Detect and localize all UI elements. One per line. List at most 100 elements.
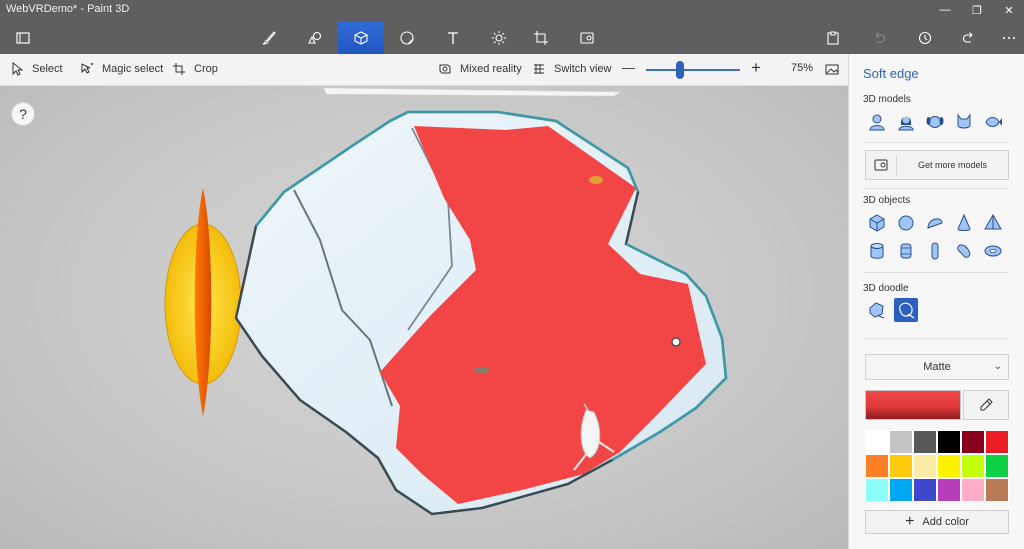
hemisphere-button[interactable] [923,211,947,235]
color-swatch[interactable] [865,454,889,478]
color-swatch[interactable] [985,430,1009,454]
section-3d-doodle: 3D doodle [863,283,909,294]
fish-model-button[interactable] [981,110,1005,134]
soft-edge-button[interactable] [894,298,918,322]
redo-icon [962,32,973,43]
zoom-slider-thumb[interactable] [676,61,684,79]
sun-icon [492,31,506,45]
divider [863,338,1009,339]
color-swatch[interactable] [865,430,889,454]
brush-icon [262,31,276,45]
maximize-button[interactable]: ❐ [960,0,994,20]
color-swatch[interactable] [937,454,961,478]
cube-button[interactable] [865,211,889,235]
bug-fleck [474,367,490,373]
current-color-swatch[interactable] [865,390,961,420]
title-toolbar: WebVRDemo* - Paint 3D — ❐ ✕ [0,0,1024,54]
close-button[interactable]: ✕ [992,0,1024,20]
pyramid-button[interactable] [981,211,1005,235]
eyedropper-button[interactable] [963,390,1009,420]
shapes-2d-icon [308,31,322,44]
select-label: Select [32,63,63,75]
hole-marker [671,337,681,347]
color-swatch[interactable] [913,478,937,502]
color-swatch[interactable] [961,478,985,502]
sharp-edge-button[interactable] [865,298,889,322]
crop-button[interactable]: Crop [172,62,218,76]
models-row [865,110,1005,134]
color-swatch[interactable] [985,454,1009,478]
tab-stickers[interactable] [384,22,430,54]
get-more-models-button[interactable]: Get more models [865,150,1009,180]
color-swatch[interactable] [865,478,889,502]
cylinder-icon [870,243,884,259]
side-panel: Soft edge 3D models Get more models 3D o… [848,54,1024,549]
get-more-models-label: Get more models [917,160,988,170]
magic-select-button[interactable]: Magic select [80,62,163,76]
tab-effects[interactable] [476,22,522,54]
material-dropdown[interactable]: Matte ⌄ [865,354,1009,380]
tab-brushes[interactable] [246,22,292,54]
man-model-button[interactable] [865,110,889,134]
tab-2d-shapes[interactable] [292,22,338,54]
color-swatch[interactable] [937,430,961,454]
fish-model-icon [985,117,1002,127]
color-swatch[interactable] [937,478,961,502]
color-swatch[interactable] [961,430,985,454]
remix-icon [580,32,594,44]
sharp-edge-icon [869,302,885,319]
canvas-area[interactable]: ? [0,86,848,549]
sphere-button[interactable] [894,211,918,235]
objects-row-2 [865,239,1005,263]
cone-button[interactable] [952,211,976,235]
panel-title: Soft edge [863,66,919,81]
add-color-button[interactable]: + Add color [865,510,1009,534]
cat-model-button[interactable] [952,110,976,134]
tab-text[interactable] [430,22,476,54]
woman-model-button[interactable] [894,110,918,134]
crop-label: Crop [194,63,218,75]
color-swatch[interactable] [889,430,913,454]
zoom-slider-track[interactable] [646,69,740,71]
switch-view-label: Switch view [554,63,612,75]
switch-view-button[interactable]: Switch view [532,62,611,76]
material-value: Matte [923,361,951,373]
zoom-in-button[interactable]: + [751,58,761,78]
dog-model-button[interactable] [923,110,947,134]
color-swatch[interactable] [913,454,937,478]
color-swatch[interactable] [985,478,1009,502]
color-swatch[interactable] [961,454,985,478]
tube-button[interactable] [894,239,918,263]
select-button[interactable]: Select [10,62,63,76]
cylinder-button[interactable] [865,239,889,263]
chevron-down-icon: ⌄ [993,361,1002,372]
undo-button[interactable] [856,22,902,54]
tab-canvas[interactable] [518,22,564,54]
flat-plate[interactable] [323,87,621,97]
grid-view-icon [534,64,544,74]
zoom-level: 75% [791,62,814,74]
bean-icon [957,244,971,258]
zoom-out-button[interactable]: — [622,60,635,75]
capsule-button[interactable] [923,239,947,263]
color-swatch[interactable] [913,430,937,454]
history-icon [918,31,932,45]
scene-3d[interactable] [0,86,848,549]
section-3d-models: 3D models [863,94,911,105]
bean-button[interactable] [952,239,976,263]
fit-view-button[interactable] [825,63,839,77]
color-swatch[interactable] [889,454,913,478]
paste-button[interactable] [810,22,856,54]
color-swatch[interactable] [889,478,913,502]
history-button[interactable] [902,22,948,54]
minimize-button[interactable]: — [928,0,962,20]
mixed-reality-button[interactable]: Mixed reality [438,62,522,76]
donut-button[interactable] [981,239,1005,263]
menu-button[interactable] [0,22,46,54]
capsule-icon [931,242,939,260]
tab-3d-shapes[interactable] [338,22,384,54]
tube-icon [900,243,912,259]
hemisphere-icon [927,218,943,229]
tab-remix3d[interactable] [564,22,610,54]
more-button[interactable] [986,22,1024,54]
